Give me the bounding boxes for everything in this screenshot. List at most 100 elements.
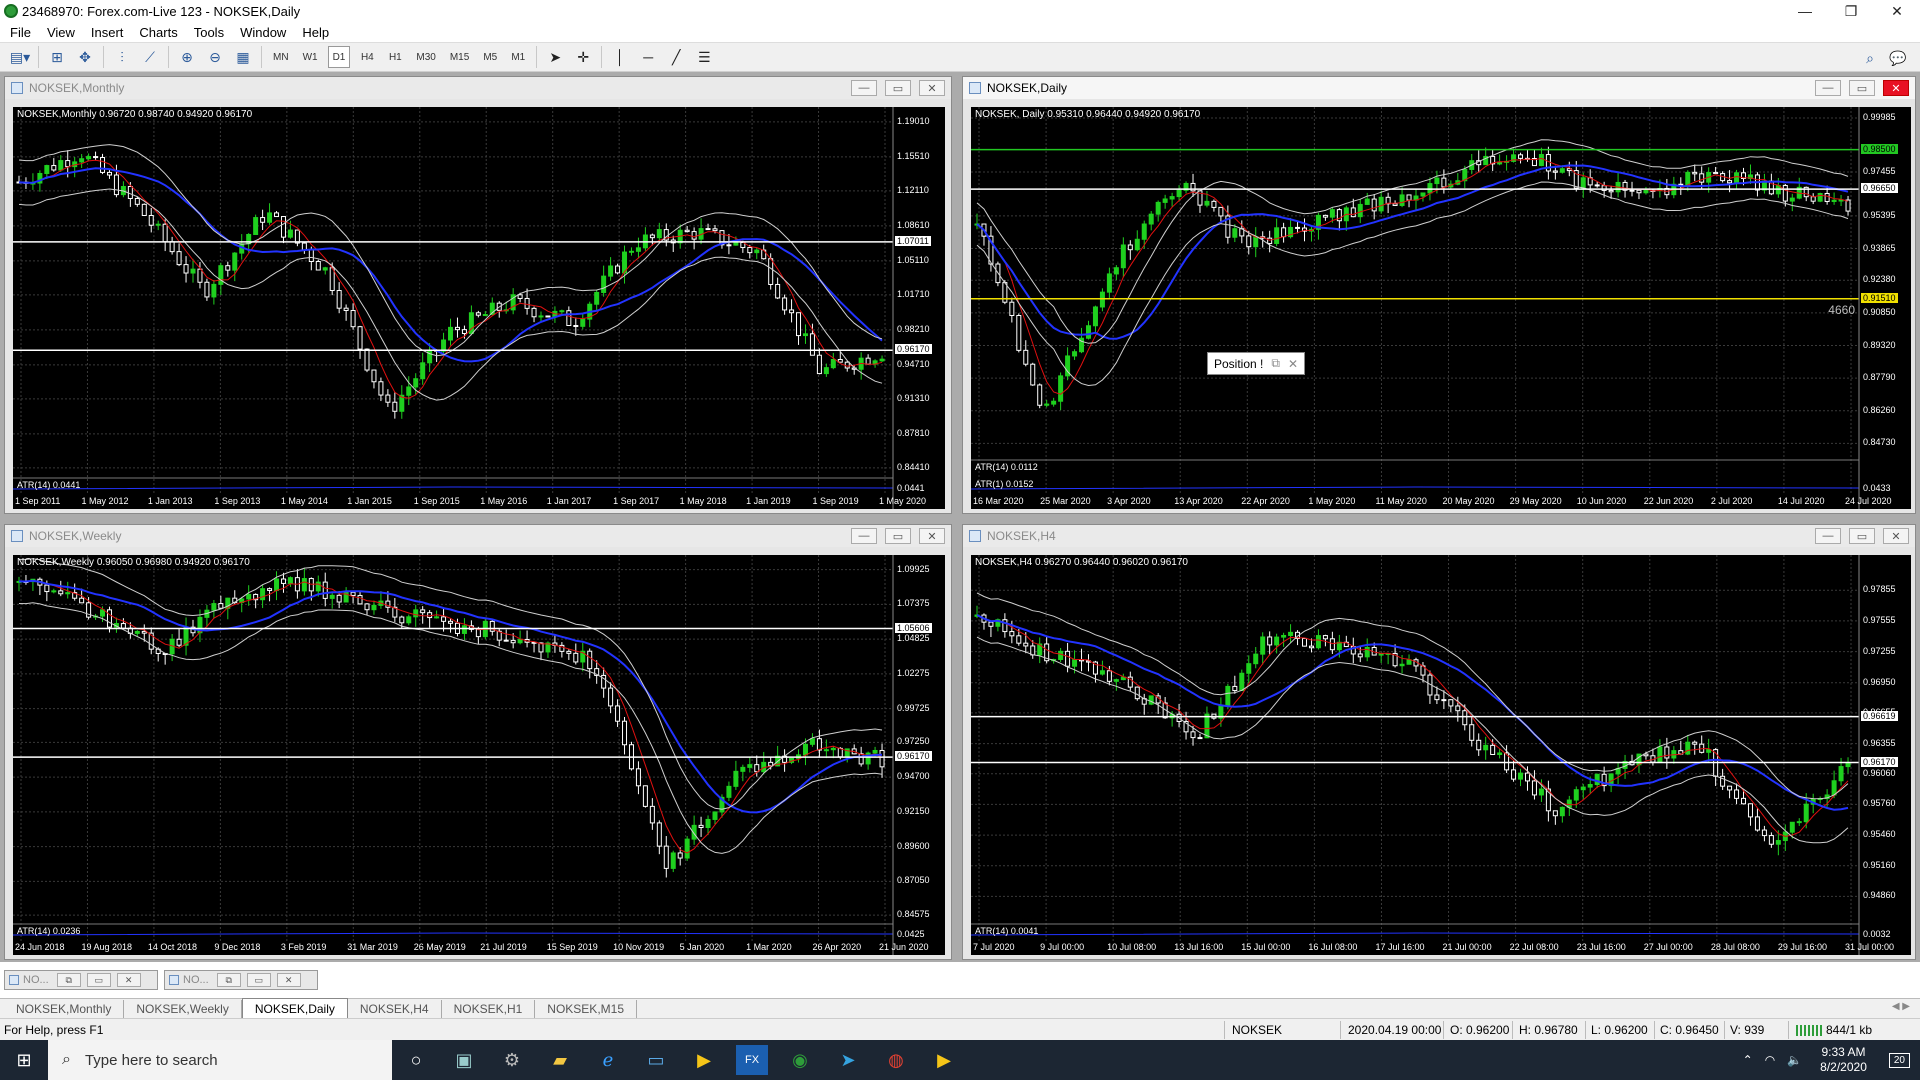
crosshair-move-icon[interactable]: ✥ [74, 46, 96, 68]
profiles-icon[interactable]: ⊞ [46, 46, 68, 68]
price-axis[interactable]: 0.99985 0.97455 0.95395 0.93865 0.92380 0.908… [1859, 107, 1911, 509]
restore-button[interactable]: ▭ [885, 80, 911, 96]
timeframe-mn[interactable]: MN [269, 46, 293, 68]
yellow-app-icon[interactable]: ▶ [680, 1040, 728, 1080]
bar-chart-icon[interactable]: ⫶ [111, 46, 133, 68]
notifications-icon[interactable]: 20 [1888, 1052, 1910, 1068]
position-panel[interactable]: Position ! ⧉ ✕ [1207, 352, 1305, 375]
chrome-icon[interactable]: ◍ [872, 1040, 920, 1080]
chart-window-monthly[interactable]: NOKSEK,Monthly — ▭ ✕ NOKSEK,Monthly 0.96… [4, 76, 952, 514]
restore-button[interactable]: ⧉ [216, 973, 241, 987]
crosshair-icon[interactable]: ✛ [572, 46, 594, 68]
metatrader-icon[interactable]: ◉ [776, 1040, 824, 1080]
minimized-chart-window[interactable]: NO... ⧉ ▭ ✕ [164, 970, 318, 990]
tab-noksek-h1[interactable]: NOKSEK,H1 [442, 1000, 536, 1018]
timeframe-d1[interactable]: D1 [327, 46, 351, 68]
price-axis[interactable]: 0.978550.975550.972550.969500.966550.963… [1859, 555, 1911, 955]
timeframe-m1[interactable]: M1 [507, 46, 529, 68]
time-axis[interactable]: 24 Jun 2018 19 Aug 2018 14 Oct 2018 9 Dec 2… [13, 941, 929, 955]
tile-windows-icon[interactable]: ▦ [232, 46, 254, 68]
menu-tools[interactable]: Tools [186, 25, 232, 40]
menu-file[interactable]: File [2, 25, 39, 40]
time-axis[interactable]: 7 Jul 2020 9 Jul 00:00 10 Jul 08:00 13 Jul … [971, 941, 1894, 955]
zoom-out-icon[interactable]: ⊖ [204, 46, 226, 68]
file-explorer-icon[interactable]: ▰ [536, 1040, 584, 1080]
menu-insert[interactable]: Insert [83, 25, 132, 40]
minimize-button[interactable]: — [1815, 80, 1841, 96]
chevron-up-icon[interactable]: ⌃ [1743, 1053, 1753, 1067]
timeframe-w1[interactable]: W1 [299, 46, 322, 68]
taskbar-clock[interactable]: 9:33 AM 8/2/2020 [1820, 1045, 1867, 1075]
horizontal-line-icon[interactable]: ─ [637, 46, 659, 68]
cursor-icon[interactable]: ➤ [544, 46, 566, 68]
chat-icon[interactable]: 💬 [1887, 47, 1909, 69]
price-axis[interactable]: 1.19010 1.15510 1.12110 1.08610 1.05110 1.017… [893, 107, 945, 509]
line-chart-icon[interactable]: ⟋ [139, 46, 161, 68]
minimize-button[interactable]: — [1782, 0, 1828, 22]
remote-desktop-icon[interactable]: ▭ [632, 1040, 680, 1080]
minimized-chart-window[interactable]: NO... ⧉ ▭ ✕ [4, 970, 158, 990]
chart-plot-area[interactable]: NOKSEK,Weekly 0.96050 0.96980 0.94920 0.… [13, 555, 945, 955]
windows-start-icon[interactable]: ⊞ [0, 1040, 48, 1080]
close-button[interactable]: ✕ [1883, 528, 1909, 544]
chart-window-titlebar[interactable]: NOKSEK,Monthly — ▭ ✕ [5, 77, 951, 99]
restore-button[interactable]: ▭ [1849, 80, 1875, 96]
zoom-in-icon[interactable]: ⊕ [176, 46, 198, 68]
fxcharts-icon[interactable]: FX [736, 1045, 768, 1075]
chart-window-titlebar[interactable]: NOKSEK,H4 — ▭ ✕ [963, 525, 1915, 547]
menu-window[interactable]: Window [232, 25, 294, 40]
channel-icon[interactable]: ☰ [693, 46, 715, 68]
close-button[interactable]: ✕ [116, 973, 141, 987]
timeframe-m15[interactable]: M15 [446, 46, 473, 68]
timeframe-m30[interactable]: M30 [412, 46, 439, 68]
close-button[interactable]: ✕ [1874, 0, 1920, 22]
menu-charts[interactable]: Charts [131, 25, 185, 40]
trendline-icon[interactable]: ╱ [665, 46, 687, 68]
close-button[interactable]: ✕ [919, 80, 945, 96]
chart-plot-area[interactable]: NOKSEK, Daily 0.95310 0.96440 0.94920 0.… [971, 107, 1911, 509]
chart-window-daily[interactable]: NOKSEK,Daily — ▭ ✕ NOKSEK, Daily 0.95310… [962, 76, 1916, 514]
chart-window-titlebar[interactable]: NOKSEK,Weekly — ▭ ✕ [5, 525, 951, 547]
time-axis[interactable]: 1 Sep 2011 1 May 2012 1 Jan 2013 1 Sep 2013… [13, 495, 926, 509]
yellow-app-2-icon[interactable]: ▶ [920, 1040, 968, 1080]
tab-noksek-daily[interactable]: NOKSEK,Daily [241, 998, 348, 1018]
tab-noksek-h4[interactable]: NOKSEK,H4 [348, 1000, 442, 1018]
telegram-icon[interactable]: ➤ [824, 1040, 872, 1080]
close-icon[interactable]: ✕ [1288, 357, 1298, 371]
settings-app-icon[interactable]: ⚙ [488, 1040, 536, 1080]
menu-view[interactable]: View [39, 25, 83, 40]
chart-plot-area[interactable]: NOKSEK,Monthly 0.96720 0.98740 0.94920 0… [13, 107, 945, 509]
task-view-icon[interactable]: ▣ [440, 1040, 488, 1080]
maximize-button[interactable]: ▭ [86, 973, 111, 987]
minimize-button[interactable]: — [851, 528, 877, 544]
chart-window-titlebar[interactable]: NOKSEK,Daily — ▭ ✕ [963, 77, 1915, 99]
restore-button[interactable]: ⧉ [56, 973, 81, 987]
time-axis[interactable]: 16 Mar 2020 25 Mar 2020 3 Apr 2020 13 Apr 2… [971, 495, 1892, 509]
taskbar-search[interactable]: ⌕ Type here to search [48, 1040, 392, 1080]
edge-browser-icon[interactable]: ℯ [584, 1040, 632, 1080]
restore-button[interactable]: ❐ [1828, 0, 1874, 22]
timeframe-h4[interactable]: H4 [356, 46, 378, 68]
tab-scroll-arrows[interactable]: ◀ ▶ [1892, 1001, 1910, 1012]
minimize-button[interactable]: — [1815, 528, 1841, 544]
close-button[interactable]: ✕ [919, 528, 945, 544]
volume-icon[interactable]: 🔈 [1787, 1053, 1802, 1067]
restore-icon[interactable]: ⧉ [1271, 356, 1280, 371]
chart-plot-area[interactable]: NOKSEK,H4 0.96270 0.96440 0.96020 0.9617… [971, 555, 1911, 955]
tab-noksek-m15[interactable]: NOKSEK,M15 [535, 1000, 637, 1018]
cortana-icon[interactable]: ○ [392, 1040, 440, 1080]
minimize-button[interactable]: — [851, 80, 877, 96]
chart-window-h4[interactable]: NOKSEK,H4 — ▭ ✕ NOKSEK,H4 0.96270 0.9644… [962, 524, 1916, 960]
maximize-button[interactable]: ▭ [246, 973, 271, 987]
tab-noksek-weekly[interactable]: NOKSEK,Weekly [124, 1000, 242, 1018]
tab-noksek-monthly[interactable]: NOKSEK,Monthly [4, 1000, 125, 1018]
restore-button[interactable]: ▭ [885, 528, 911, 544]
timeframe-m5[interactable]: M5 [479, 46, 501, 68]
network-icon[interactable]: ◠ [1765, 1053, 1775, 1067]
chart-window-weekly[interactable]: NOKSEK,Weekly — ▭ ✕ NOKSEK,Weekly 0.9605… [4, 524, 952, 960]
close-button[interactable]: ✕ [1883, 80, 1909, 96]
new-chart-icon[interactable]: ▤▾ [9, 46, 31, 68]
timeframe-h1[interactable]: H1 [384, 46, 406, 68]
close-button[interactable]: ✕ [276, 973, 301, 987]
vertical-line-icon[interactable]: │ [609, 46, 631, 68]
